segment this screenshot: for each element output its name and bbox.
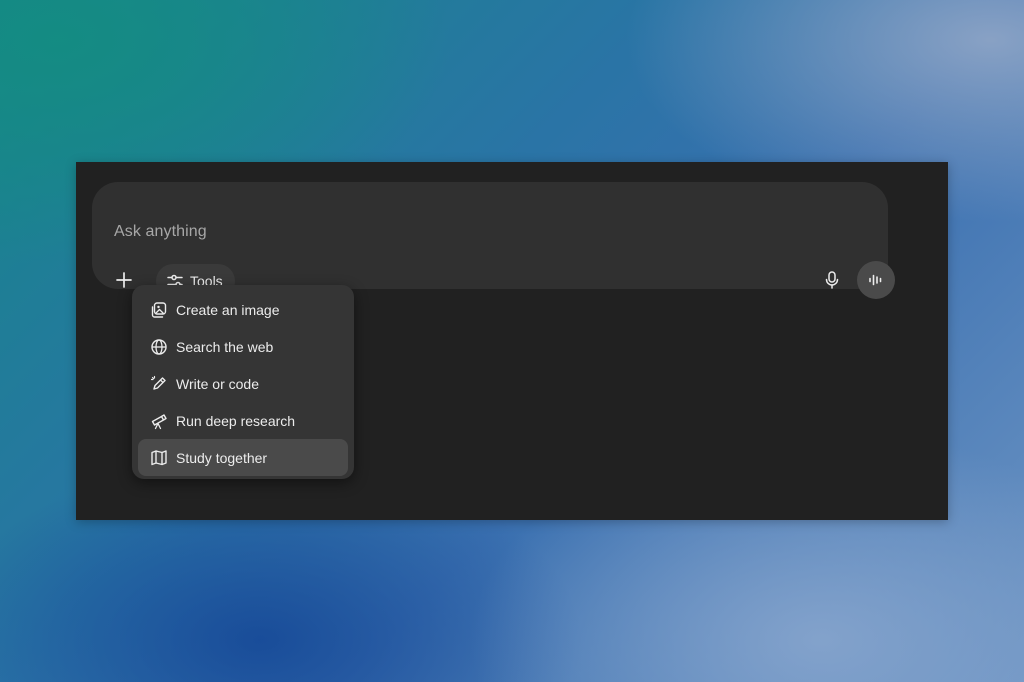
voice-waveform-icon [867,271,885,289]
chat-window: Ask anything Tools Create an image Searc… [76,162,948,520]
pen-icon [150,375,168,393]
menu-item-deep-research[interactable]: Run deep research [138,402,348,439]
menu-item-label: Write or code [176,375,259,392]
menu-item-label: Search the web [176,338,274,355]
menu-item-label: Create an image [176,301,280,318]
menu-item-search-web[interactable]: Search the web [138,328,348,365]
prompt-input[interactable]: Ask anything [114,222,207,242]
dictate-button[interactable] [818,264,846,296]
menu-item-label: Study together [176,449,268,466]
voice-mode-button[interactable] [857,261,895,299]
microphone-icon [823,271,841,289]
plus-icon [115,271,133,289]
menu-item-write-code[interactable]: Write or code [138,365,348,402]
menu-item-create-image[interactable]: Create an image [138,291,348,328]
globe-icon [150,338,168,356]
telescope-icon [150,412,168,430]
image-icon [150,301,168,319]
menu-item-label: Run deep research [176,412,296,429]
chat-composer: Ask anything Tools [92,182,895,299]
tools-menu: Create an image Search the web Write or … [132,285,354,479]
menu-item-study-together[interactable]: Study together [138,439,348,476]
book-icon [150,449,168,467]
